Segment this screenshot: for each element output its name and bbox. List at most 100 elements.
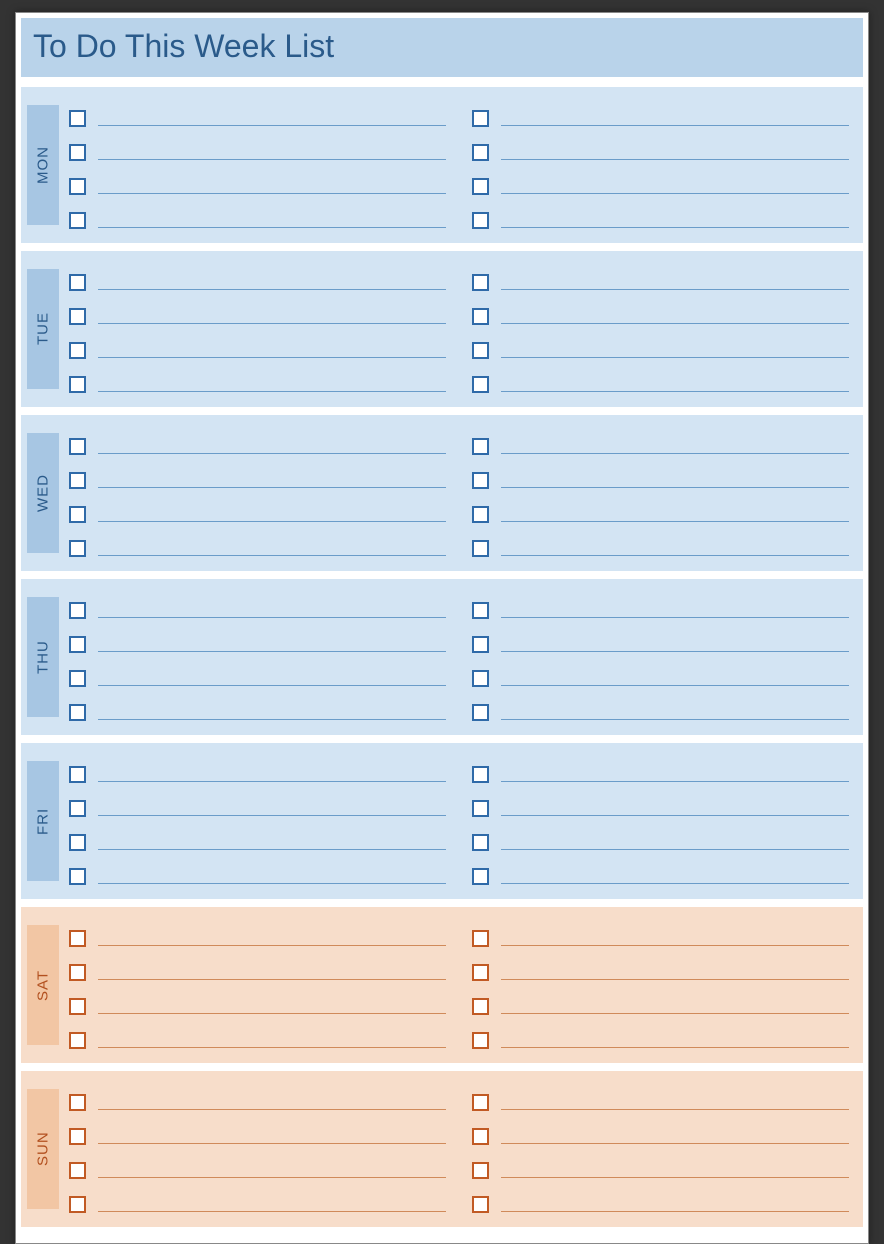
write-line[interactable] bbox=[501, 883, 849, 884]
write-line[interactable] bbox=[98, 227, 446, 228]
checkbox[interactable] bbox=[472, 1196, 489, 1213]
write-line[interactable] bbox=[501, 617, 849, 618]
checkbox[interactable] bbox=[69, 800, 86, 817]
write-line[interactable] bbox=[501, 323, 849, 324]
checkbox[interactable] bbox=[472, 144, 489, 161]
checkbox[interactable] bbox=[69, 1196, 86, 1213]
write-line[interactable] bbox=[98, 391, 446, 392]
write-line[interactable] bbox=[501, 685, 849, 686]
checkbox[interactable] bbox=[472, 1162, 489, 1179]
write-line[interactable] bbox=[98, 719, 446, 720]
write-line[interactable] bbox=[501, 453, 849, 454]
write-line[interactable] bbox=[501, 391, 849, 392]
checkbox[interactable] bbox=[69, 704, 86, 721]
write-line[interactable] bbox=[501, 1047, 849, 1048]
write-line[interactable] bbox=[501, 719, 849, 720]
checkbox[interactable] bbox=[472, 670, 489, 687]
write-line[interactable] bbox=[501, 193, 849, 194]
checkbox[interactable] bbox=[472, 766, 489, 783]
checkbox[interactable] bbox=[69, 1094, 86, 1111]
checkbox[interactable] bbox=[472, 636, 489, 653]
checkbox[interactable] bbox=[69, 602, 86, 619]
write-line[interactable] bbox=[98, 453, 446, 454]
checkbox[interactable] bbox=[69, 472, 86, 489]
write-line[interactable] bbox=[501, 781, 849, 782]
write-line[interactable] bbox=[98, 125, 446, 126]
checkbox[interactable] bbox=[69, 868, 86, 885]
checkbox[interactable] bbox=[472, 1128, 489, 1145]
checkbox[interactable] bbox=[472, 308, 489, 325]
write-line[interactable] bbox=[501, 487, 849, 488]
checkbox[interactable] bbox=[69, 540, 86, 557]
checkbox[interactable] bbox=[69, 766, 86, 783]
write-line[interactable] bbox=[501, 125, 849, 126]
checkbox[interactable] bbox=[472, 1032, 489, 1049]
checkbox[interactable] bbox=[69, 1032, 86, 1049]
write-line[interactable] bbox=[501, 159, 849, 160]
write-line[interactable] bbox=[98, 883, 446, 884]
write-line[interactable] bbox=[98, 1143, 446, 1144]
write-line[interactable] bbox=[98, 487, 446, 488]
write-line[interactable] bbox=[501, 1211, 849, 1212]
checkbox[interactable] bbox=[69, 964, 86, 981]
write-line[interactable] bbox=[98, 815, 446, 816]
checkbox[interactable] bbox=[69, 342, 86, 359]
write-line[interactable] bbox=[98, 555, 446, 556]
write-line[interactable] bbox=[98, 323, 446, 324]
checkbox[interactable] bbox=[69, 376, 86, 393]
write-line[interactable] bbox=[501, 555, 849, 556]
write-line[interactable] bbox=[98, 159, 446, 160]
checkbox[interactable] bbox=[472, 506, 489, 523]
checkbox[interactable] bbox=[472, 472, 489, 489]
checkbox[interactable] bbox=[472, 704, 489, 721]
checkbox[interactable] bbox=[472, 930, 489, 947]
write-line[interactable] bbox=[98, 781, 446, 782]
write-line[interactable] bbox=[98, 289, 446, 290]
write-line[interactable] bbox=[501, 1013, 849, 1014]
write-line[interactable] bbox=[98, 357, 446, 358]
checkbox[interactable] bbox=[69, 834, 86, 851]
write-line[interactable] bbox=[501, 1177, 849, 1178]
checkbox[interactable] bbox=[69, 212, 86, 229]
write-line[interactable] bbox=[501, 1109, 849, 1110]
checkbox[interactable] bbox=[472, 800, 489, 817]
checkbox[interactable] bbox=[472, 178, 489, 195]
checkbox[interactable] bbox=[69, 274, 86, 291]
checkbox[interactable] bbox=[472, 868, 489, 885]
checkbox[interactable] bbox=[69, 930, 86, 947]
checkbox[interactable] bbox=[472, 540, 489, 557]
write-line[interactable] bbox=[98, 617, 446, 618]
checkbox[interactable] bbox=[472, 602, 489, 619]
checkbox[interactable] bbox=[472, 110, 489, 127]
checkbox[interactable] bbox=[69, 110, 86, 127]
checkbox[interactable] bbox=[69, 178, 86, 195]
write-line[interactable] bbox=[98, 1013, 446, 1014]
write-line[interactable] bbox=[98, 1109, 446, 1110]
checkbox[interactable] bbox=[69, 1162, 86, 1179]
write-line[interactable] bbox=[98, 651, 446, 652]
write-line[interactable] bbox=[98, 945, 446, 946]
checkbox[interactable] bbox=[69, 144, 86, 161]
checkbox[interactable] bbox=[472, 998, 489, 1015]
write-line[interactable] bbox=[98, 1211, 446, 1212]
write-line[interactable] bbox=[98, 979, 446, 980]
checkbox[interactable] bbox=[472, 274, 489, 291]
write-line[interactable] bbox=[501, 289, 849, 290]
checkbox[interactable] bbox=[472, 212, 489, 229]
checkbox[interactable] bbox=[472, 834, 489, 851]
checkbox[interactable] bbox=[69, 670, 86, 687]
checkbox[interactable] bbox=[472, 438, 489, 455]
checkbox[interactable] bbox=[69, 998, 86, 1015]
checkbox[interactable] bbox=[69, 1128, 86, 1145]
write-line[interactable] bbox=[501, 521, 849, 522]
checkbox[interactable] bbox=[472, 376, 489, 393]
write-line[interactable] bbox=[501, 945, 849, 946]
checkbox[interactable] bbox=[69, 636, 86, 653]
write-line[interactable] bbox=[98, 1177, 446, 1178]
checkbox[interactable] bbox=[69, 308, 86, 325]
write-line[interactable] bbox=[98, 849, 446, 850]
write-line[interactable] bbox=[501, 1143, 849, 1144]
write-line[interactable] bbox=[501, 357, 849, 358]
checkbox[interactable] bbox=[472, 1094, 489, 1111]
write-line[interactable] bbox=[501, 849, 849, 850]
